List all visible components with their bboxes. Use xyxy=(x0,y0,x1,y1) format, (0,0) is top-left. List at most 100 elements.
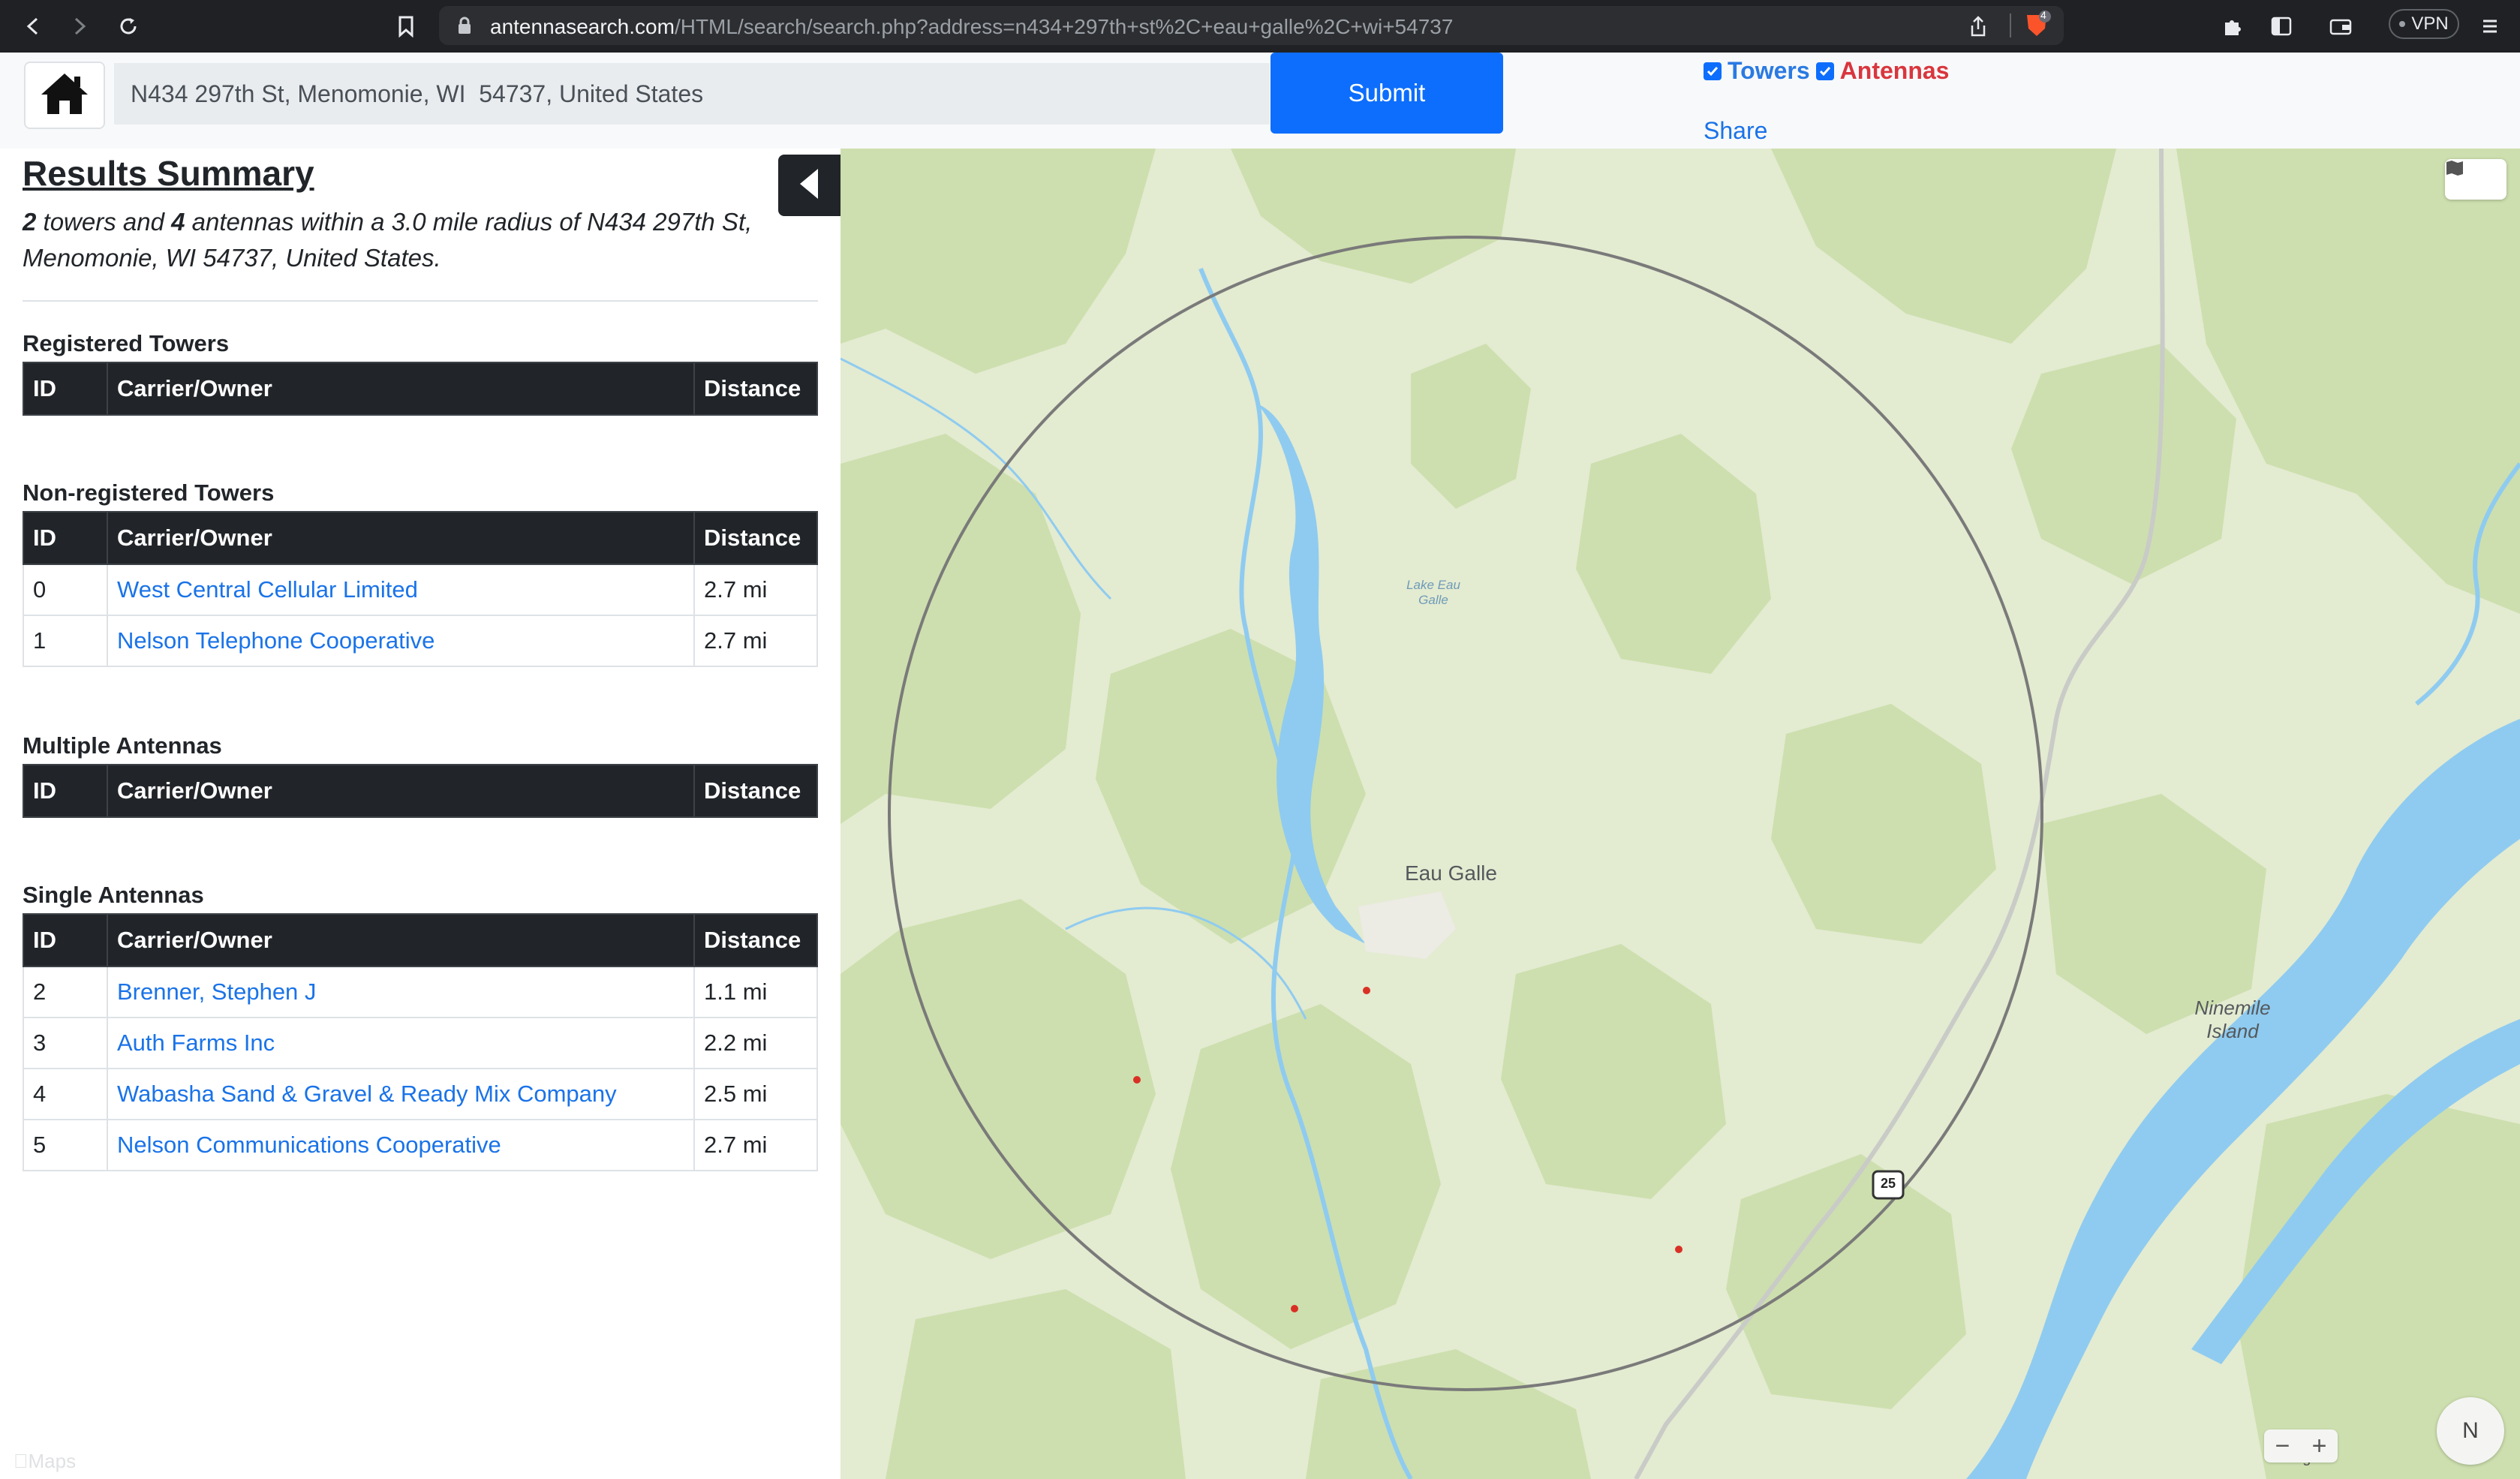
route-25-shield: 25 xyxy=(1872,1170,1905,1200)
antennas-label[interactable]: Antennas xyxy=(1840,57,1950,85)
antennas-checkbox[interactable] xyxy=(1815,62,1834,80)
brave-lion-icon[interactable]: 4 xyxy=(2022,9,2052,41)
table-row: 5 Nelson Communications Cooperative 2.7 … xyxy=(23,1119,818,1171)
towers-label[interactable]: Towers xyxy=(1728,57,1810,85)
row-carrier: Nelson Telephone Cooperative xyxy=(107,615,695,667)
towers-checkbox[interactable] xyxy=(1704,62,1722,80)
row-id: 4 xyxy=(23,1068,108,1120)
row-carrier: Wabasha Sand & Gravel & Ready Mix Compan… xyxy=(107,1068,695,1120)
row-carrier: Brenner, Stephen J xyxy=(107,966,695,1018)
col-header-carrier: Carrier/Owner xyxy=(107,511,695,565)
col-header-distance: Distance xyxy=(693,913,818,967)
puzzle-icon[interactable] xyxy=(2219,13,2246,40)
col-header-id: ID xyxy=(23,511,108,565)
row-id: 0 xyxy=(23,564,108,616)
bookmark-icon[interactable] xyxy=(392,13,419,40)
row-distance: 2.7 mi xyxy=(693,1119,818,1171)
row-distance: 1.1 mi xyxy=(693,966,818,1018)
submit-button[interactable]: Submit xyxy=(1271,53,1503,134)
table-header-row: ID Carrier/Owner Distance xyxy=(23,913,818,967)
address-input[interactable] xyxy=(114,63,1270,125)
results-summary-text: 2 towers and 4 antennas within a 3.0 mil… xyxy=(23,208,753,272)
table-row: 4 Wabasha Sand & Gravel & Ready Mix Comp… xyxy=(23,1068,818,1120)
map-canvas xyxy=(841,149,2520,1479)
col-header-carrier: Carrier/Owner xyxy=(107,362,695,416)
maps-watermark: Maps xyxy=(14,1450,76,1472)
carrier-link[interactable]: Brenner, Stephen J xyxy=(117,978,316,1005)
row-carrier: Auth Farms Inc xyxy=(107,1017,695,1069)
row-id: 5 xyxy=(23,1119,108,1171)
nonregistered-towers-table: ID Carrier/Owner Distance 0 West Central… xyxy=(23,511,818,667)
row-id: 3 xyxy=(23,1017,108,1069)
col-header-distance: Distance xyxy=(693,511,818,565)
row-distance: 2.7 mi xyxy=(693,564,818,616)
map-type-button[interactable] xyxy=(2445,159,2506,200)
single-antennas-title: Single Antennas xyxy=(23,882,204,908)
col-header-distance: Distance xyxy=(693,764,818,818)
row-distance: 2.7 mi xyxy=(693,615,818,667)
row-distance: 2.5 mi xyxy=(693,1068,818,1120)
multiple-antennas-table: ID Carrier/Owner Distance xyxy=(23,764,818,818)
multiple-antennas-title: Multiple Antennas xyxy=(23,732,222,759)
map-view[interactable]: Lake Eau Galle Eau Galle Ninemile Island… xyxy=(841,149,2520,1479)
browser-toolbar: antennasearch.com/HTML/search/search.php… xyxy=(0,0,2520,53)
forward-arrow-icon[interactable] xyxy=(66,13,93,40)
home-icon xyxy=(38,71,91,121)
town-label: Eau Galle xyxy=(1405,861,1497,885)
share-icon[interactable] xyxy=(1968,15,1988,41)
compass-button[interactable]: N xyxy=(2437,1397,2504,1465)
lake-label: Lake Eau Galle xyxy=(1406,578,1460,607)
row-carrier: Nelson Communications Cooperative xyxy=(107,1119,695,1171)
row-id: 1 xyxy=(23,615,108,667)
address-bar[interactable]: antennasearch.com/HTML/search/search.php… xyxy=(439,6,2064,45)
nonregistered-towers-title: Non-registered Towers xyxy=(23,479,275,506)
antenna-marker xyxy=(1133,1076,1141,1084)
single-antennas-table: ID Carrier/Owner Distance 2 Brenner, Ste… xyxy=(23,913,818,1171)
registered-towers-title: Registered Towers xyxy=(23,330,230,356)
zoom-out-button[interactable]: − xyxy=(2275,1432,2290,1461)
row-carrier: West Central Cellular Limited xyxy=(107,564,695,616)
caret-left-icon xyxy=(797,167,822,204)
back-arrow-icon[interactable] xyxy=(20,13,47,40)
carrier-link[interactable]: Nelson Telephone Cooperative xyxy=(117,627,435,654)
carrier-link[interactable]: Auth Farms Inc xyxy=(117,1030,275,1056)
table-row: 0 West Central Cellular Limited 2.7 mi xyxy=(23,564,818,616)
col-header-carrier: Carrier/Owner xyxy=(107,913,695,967)
table-header-row: ID Carrier/Owner Distance xyxy=(23,764,818,818)
lock-icon xyxy=(457,17,472,38)
antenna-marker xyxy=(1675,1246,1683,1253)
col-header-id: ID xyxy=(23,913,108,967)
table-header-row: ID Carrier/Owner Distance xyxy=(23,511,818,565)
row-distance: 2.2 mi xyxy=(693,1017,818,1069)
url-text: antennasearch.com/HTML/search/search.php… xyxy=(490,15,1454,38)
compass-label: N xyxy=(2462,1418,2479,1443)
island-label: Ninemile Island xyxy=(2194,997,2271,1042)
antenna-marker xyxy=(1363,987,1370,994)
col-header-id: ID xyxy=(23,764,108,818)
share-link[interactable]: Share xyxy=(1704,117,1767,145)
results-panel: Results Summary 2 towers and 4 antennas … xyxy=(0,149,841,1479)
vpn-status-dot xyxy=(2399,21,2406,27)
col-header-id: ID xyxy=(23,362,108,416)
results-summary-title: Results Summary xyxy=(23,154,314,193)
vpn-button[interactable]: VPN xyxy=(2389,9,2459,39)
wallet-icon[interactable] xyxy=(2327,13,2354,40)
zoom-in-button[interactable]: + xyxy=(2312,1432,2327,1461)
table-header-row: ID Carrier/Owner Distance xyxy=(23,362,818,416)
hamburger-menu-icon[interactable] xyxy=(2476,13,2503,40)
carrier-link[interactable]: West Central Cellular Limited xyxy=(117,576,418,603)
search-bar: Submit Towers Antennas Share xyxy=(0,53,2520,149)
table-row: 2 Brenner, Stephen J 1.1 mi xyxy=(23,966,818,1018)
sidebar-icon[interactable] xyxy=(2268,13,2295,40)
table-row: 1 Nelson Telephone Cooperative 2.7 mi xyxy=(23,615,818,667)
layer-toggles: Towers Antennas xyxy=(1704,57,1949,85)
antenna-marker xyxy=(1291,1305,1298,1312)
reload-icon[interactable] xyxy=(115,13,142,40)
carrier-link[interactable]: Wabasha Sand & Gravel & Ready Mix Compan… xyxy=(117,1081,617,1107)
zoom-control: − + xyxy=(2264,1429,2338,1462)
col-header-distance: Distance xyxy=(693,362,818,416)
carrier-link[interactable]: Nelson Communications Cooperative xyxy=(117,1132,501,1158)
table-row: 3 Auth Farms Inc 2.2 mi xyxy=(23,1017,818,1069)
home-button[interactable] xyxy=(24,62,105,129)
divider xyxy=(23,300,818,302)
